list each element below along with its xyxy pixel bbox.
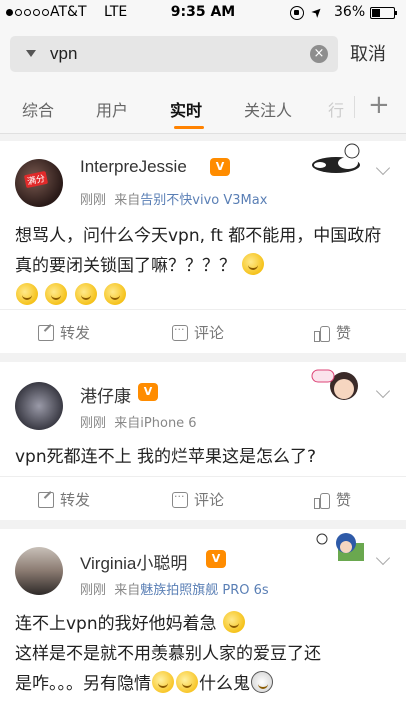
post-text: 连不上vpn的我好他妈着急 这样是不是就不用羡慕别人家的爱豆了还 是咋。。。另有…	[15, 609, 395, 699]
source-prefix: 来自	[114, 583, 141, 598]
source-text: iPhone 6	[140, 416, 197, 431]
cartoon-sticker	[312, 143, 360, 173]
share-button[interactable]: 转发	[38, 322, 90, 343]
avatar[interactable]	[15, 547, 63, 595]
avatar-badge: 满分	[23, 170, 49, 189]
post-time: 刚刚	[80, 583, 107, 598]
post-text-line: 这样是不是就不用羡慕别人家的爱豆了还	[15, 644, 321, 664]
tab-divider	[354, 96, 355, 118]
share-button[interactable]: 转发	[38, 489, 90, 510]
vip-badge-icon: V	[206, 550, 226, 568]
search-input[interactable]	[50, 42, 300, 66]
vip-badge-icon: V	[138, 383, 158, 401]
share-label: 转发	[60, 324, 91, 342]
active-tab-indicator	[174, 126, 204, 129]
post-time: 刚刚	[80, 193, 107, 208]
avatar[interactable]: 满分	[15, 159, 63, 207]
post-time: 刚刚	[80, 416, 107, 431]
share-icon	[38, 491, 54, 508]
chevron-down-icon[interactable]	[375, 160, 391, 176]
add-tab-icon[interactable]: +	[368, 90, 390, 120]
emoji-icon	[74, 283, 97, 305]
post-card[interactable]: 港仔康 V 刚刚 来自iPhone 6 vpn死都连不上 我的烂苹果这是怎么了?…	[0, 362, 406, 520]
orientation-lock-icon	[290, 6, 304, 20]
chevron-down-icon[interactable]	[375, 550, 391, 566]
tab-realtime[interactable]: 实时	[170, 97, 202, 121]
tab-general[interactable]: 综合	[22, 97, 54, 121]
comment-label: 评论	[194, 491, 225, 509]
action-bar: 转发 评论 赞	[0, 309, 406, 353]
vip-badge-icon: V	[210, 158, 230, 176]
cartoon-sticker	[311, 369, 358, 400]
chevron-down-icon[interactable]	[375, 383, 391, 399]
post-text-body: 想骂人，问什么今天vpn, ft 都不能用，中国政府真的要闭关锁国了嘛？？？？	[15, 226, 382, 276]
comment-icon	[172, 490, 188, 508]
post-meta: 刚刚 来自iPhone 6	[80, 412, 197, 431]
source-prefix: 来自	[114, 193, 141, 208]
emoji-icon	[223, 611, 246, 633]
post-meta: 刚刚 来自魅族拍照旗舰 PRO 6s	[80, 579, 269, 598]
post-meta: 刚刚 来自告别不快vivo V3Max	[80, 189, 267, 208]
tab-bar: 综合 用户 实时 关注人 行 +	[0, 82, 406, 134]
comment-label: 评论	[194, 324, 225, 342]
tab-following[interactable]: 关注人	[244, 97, 292, 121]
post-text-line: 是咋。。。另有隐情	[15, 674, 151, 694]
source-link[interactable]: 告别不快vivo V3Max	[140, 193, 267, 208]
battery-icon	[370, 7, 397, 19]
source-prefix: 来自	[114, 416, 141, 431]
thumbs-up-icon	[314, 325, 330, 342]
thumbs-up-icon	[314, 492, 330, 509]
post-text: vpn死都连不上 我的烂苹果这是怎么了?	[15, 447, 317, 467]
panda-emoji-icon	[251, 671, 273, 693]
comment-button[interactable]: 评论	[172, 489, 224, 510]
crying-emoji-icon	[176, 671, 198, 693]
search-box[interactable]: ×	[10, 36, 338, 72]
user-name[interactable]: 港仔康	[80, 382, 131, 407]
crying-emoji-icon	[152, 671, 174, 693]
comment-button[interactable]: 评论	[172, 322, 224, 343]
share-label: 转发	[60, 491, 91, 509]
post-text: 想骂人，问什么今天vpn, ft 都不能用，中国政府真的要闭关锁国了嘛？？？？	[15, 221, 395, 311]
like-button[interactable]: 赞	[314, 489, 351, 510]
post-text-line: 连不上vpn的我好他妈着急	[15, 614, 217, 634]
tab-more[interactable]: 行	[328, 97, 344, 121]
avatar[interactable]	[15, 382, 63, 430]
dropdown-triangle-icon[interactable]	[26, 50, 36, 57]
comment-icon	[172, 323, 188, 341]
status-bar: AT&T LTE 9:35 AM ➤ 36%	[0, 0, 406, 26]
like-button[interactable]: 赞	[314, 322, 351, 343]
like-label: 赞	[336, 324, 352, 342]
tab-users[interactable]: 用户	[96, 97, 128, 121]
post-card[interactable]: 满分 InterpreJessie V 刚刚 来自告别不快vivo V3Max …	[0, 141, 406, 353]
user-name[interactable]: InterpreJessie	[80, 157, 187, 177]
post-card[interactable]: Virginia小聪明 V 刚刚 来自魅族拍照旗舰 PRO 6s 连不上vpn的…	[0, 529, 406, 720]
cancel-button[interactable]: 取消	[350, 40, 386, 66]
search-bar: × 取消	[0, 26, 406, 82]
emoji-icon	[45, 283, 68, 305]
user-name[interactable]: Virginia小聪明	[80, 549, 187, 574]
cartoon-sticker	[316, 533, 364, 561]
battery-percent: 36%	[334, 4, 366, 20]
emoji-icon	[104, 283, 127, 305]
emoji-icon	[242, 253, 265, 275]
clear-icon[interactable]: ×	[310, 45, 328, 63]
source-link[interactable]: 魅族拍照旗舰 PRO 6s	[140, 583, 268, 598]
share-icon	[38, 324, 54, 341]
action-bar: 转发 评论 赞	[0, 476, 406, 520]
post-text-line: 什么鬼	[199, 674, 250, 694]
like-label: 赞	[336, 491, 352, 509]
emoji-icon	[16, 283, 38, 305]
